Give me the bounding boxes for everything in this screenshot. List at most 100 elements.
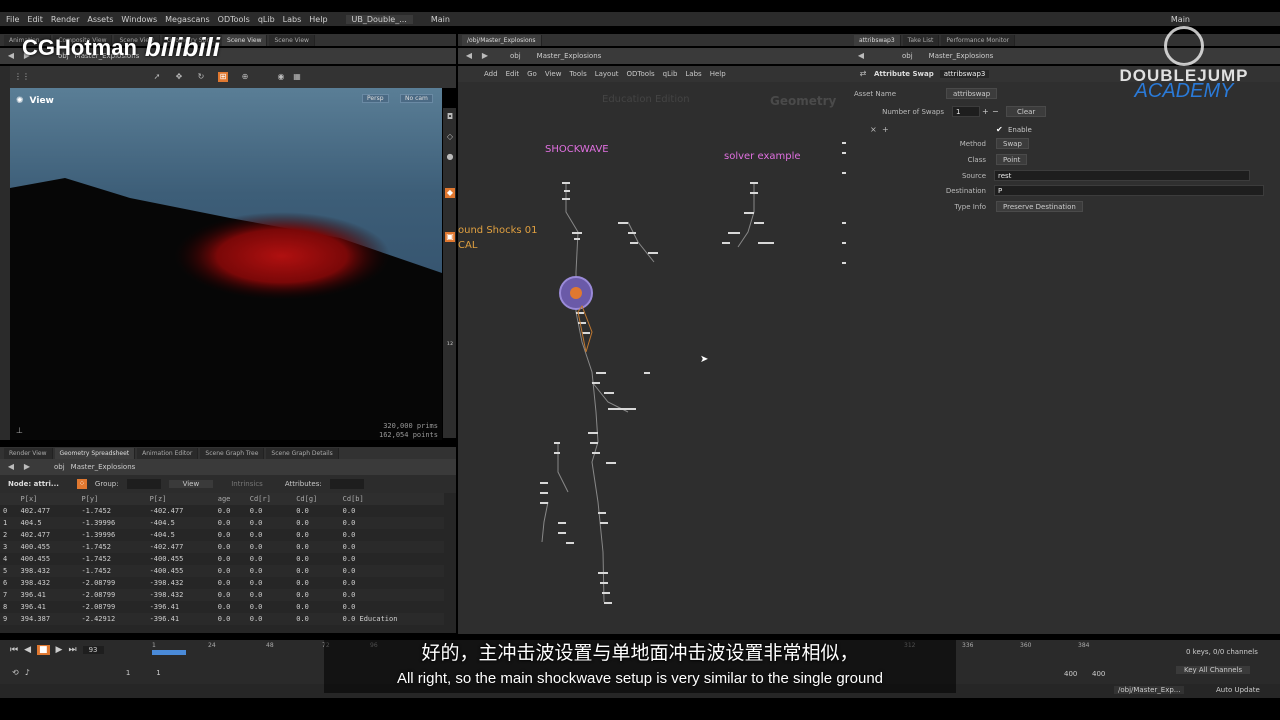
net-menu-tools[interactable]: Tools [569,70,586,78]
desktop-tab[interactable]: UB_Double_... [345,14,413,24]
wireframe-icon[interactable]: ◇ [445,132,455,142]
back-icon[interactable]: ◀ [6,462,16,472]
network-editor[interactable]: Education Edition Geometry SHOCKWAVE sol… [458,82,850,634]
table-row[interactable]: 5 398.432 -1.7452 -400.455 0.0 0.0 0.0 0.0 [0,565,444,577]
tab-scene-graph-tree[interactable]: Scene Graph Tree [200,447,265,459]
table-row[interactable]: 0 402.477 -1.7452 -402.477 0.0 0.0 0.0 0.0 [0,505,444,517]
network-path-network[interactable]: Master_Explosions [537,52,602,60]
ghost-icon[interactable]: ▣ [445,232,455,242]
scene-viewport[interactable]: ✺ View Persp No cam 320,000 prims 162,05… [10,88,442,440]
net-menu-help[interactable]: Help [710,70,726,78]
menu-odtools[interactable]: ODTools [218,15,250,24]
display-icon[interactable]: ▦ [292,72,302,82]
point-number-icon[interactable]: ₁₂ [445,338,455,348]
net-menu-layout[interactable]: Layout [595,70,619,78]
back-icon[interactable]: ◀ [856,51,866,61]
auto-update-menu[interactable]: Auto Update [1216,686,1260,694]
tab-geo-spreadsheet[interactable]: Geometry Spreadsheet [54,447,136,459]
table-row[interactable]: 2 402.477 -1.39996 -404.5 0.0 0.0 0.0 0.0 [0,529,444,541]
params-path-obj[interactable]: obj [902,52,913,60]
destination-field[interactable]: P [994,185,1264,196]
table-row[interactable]: 8 396.41 -2.08799 -396.41 0.0 0.0 0.0 0.0 [0,601,444,613]
network-path-obj[interactable]: obj [510,52,521,60]
net-menu-labs[interactable]: Labs [685,70,701,78]
tab-scene-graph-details[interactable]: Scene Graph Details [266,447,339,459]
remove-swap-icon[interactable]: − [992,107,999,116]
attributes-field[interactable] [329,479,364,489]
menu-labs[interactable]: Labs [283,15,302,24]
rotate-tool-icon[interactable]: ↻ [196,72,206,82]
snap-icon[interactable]: ⊕ [240,72,250,82]
column-header[interactable]: Cd[r] [246,493,294,505]
group-field[interactable] [126,479,161,489]
table-row[interactable]: 4 400.455 -1.7452 -400.455 0.0 0.0 0.0 0.0 [0,553,444,565]
sheet-path-network[interactable]: Master_Explosions [71,463,136,471]
grid-icon[interactable]: ⋮⋮ [14,72,30,82]
menu-assets[interactable]: Assets [87,15,113,24]
insert-entry-icon[interactable]: + [882,125,889,134]
status-path[interactable]: /obj/Master_Exp... [1114,686,1185,694]
lock-icon[interactable]: ◘ [445,112,455,122]
sheet-path-obj[interactable]: obj [54,463,65,471]
typeinfo-menu[interactable]: Preserve Destination [996,201,1083,212]
column-header[interactable]: age [214,493,247,505]
point-mode-icon[interactable]: ⁘ [76,479,87,489]
tab-scene-view-3[interactable]: Scene View [269,34,315,46]
tab-params-node[interactable]: attribswap3 [854,34,901,46]
class-menu[interactable]: Point [996,154,1028,165]
remove-entry-icon[interactable]: × [870,125,877,134]
menu-file[interactable]: File [6,15,19,24]
net-menu-edit[interactable]: Edit [506,70,520,78]
clear-button[interactable]: Clear [1006,106,1047,117]
tab-animation-editor[interactable]: Animation Editor [137,447,199,459]
tab-network-path[interactable]: /obj/Master_Explosions [462,34,542,46]
add-swap-icon[interactable]: + [982,107,989,116]
net-menu-add[interactable]: Add [484,70,498,78]
table-row[interactable]: 9 394.387 -2.42912 -396.41 0.0 0.0 0.0 0.0 Educ… [0,613,444,625]
camera-icon[interactable]: ◉ [276,72,286,82]
view-menu[interactable]: View [168,480,214,488]
menu-render[interactable]: Render [51,15,79,24]
template-icon[interactable]: ◆ [445,188,455,198]
shading-icon[interactable]: ● [445,152,455,162]
node-name[interactable]: attribswap3 [939,70,990,78]
table-row[interactable]: 7 396.41 -2.08799 -398.432 0.0 0.0 0.0 0.0 [0,589,444,601]
desktop-selector-right[interactable]: Main [1171,15,1190,24]
persp-menu[interactable]: Persp [362,94,389,103]
camera-menu[interactable]: No cam [400,94,433,103]
table-row[interactable]: 3 400.455 -1.7452 -402.477 0.0 0.0 0.0 0.0 [0,541,444,553]
num-swaps-field[interactable]: 1 [952,106,980,117]
column-header[interactable]: P[y] [78,493,147,505]
tab-render-view[interactable]: Render View [4,447,53,459]
net-menu-qlib[interactable]: qLib [663,70,678,78]
column-header[interactable]: P[x] [17,493,79,505]
select-tool-icon[interactable]: ➚ [152,72,162,82]
desktop-selector[interactable]: Main [431,15,450,24]
back-icon[interactable]: ◀ [464,51,474,61]
forward-icon[interactable]: ▶ [22,462,32,472]
tab-take-list[interactable]: Take List [902,34,940,46]
tab-scene-view-2[interactable]: Scene View [222,34,268,46]
column-header[interactable] [0,493,18,505]
forward-icon[interactable]: ▶ [480,51,490,61]
net-menu-view[interactable]: View [545,70,562,78]
net-menu-go[interactable]: Go [527,70,537,78]
params-path-network[interactable]: Master_Explosions [929,52,994,60]
handle-tool-icon[interactable]: ⊞ [218,72,228,82]
table-row[interactable]: 6 398.432 -2.08799 -398.432 0.0 0.0 0.0 0.0 [0,577,444,589]
net-menu-odtools[interactable]: ODTools [627,70,655,78]
column-header[interactable]: Cd[g] [293,493,340,505]
menu-windows[interactable]: Windows [121,15,157,24]
menu-megascans[interactable]: Megascans [165,15,210,24]
enable-checkbox[interactable]: ✔ [996,125,1003,134]
menu-help[interactable]: Help [309,15,327,24]
source-field[interactable]: rest [994,170,1250,181]
tab-performance[interactable]: Performance Monitor [941,34,1016,46]
asset-name-menu[interactable]: attribswap [946,88,998,99]
method-menu[interactable]: Swap [996,138,1029,149]
table-row[interactable]: 1 404.5 -1.39996 -404.5 0.0 0.0 0.0 0.0 [0,517,444,529]
menu-edit[interactable]: Edit [27,15,43,24]
menu-qlib[interactable]: qLib [258,15,275,24]
column-header[interactable]: P[z] [146,493,215,505]
transform-tool-icon[interactable]: ✥ [174,72,184,82]
